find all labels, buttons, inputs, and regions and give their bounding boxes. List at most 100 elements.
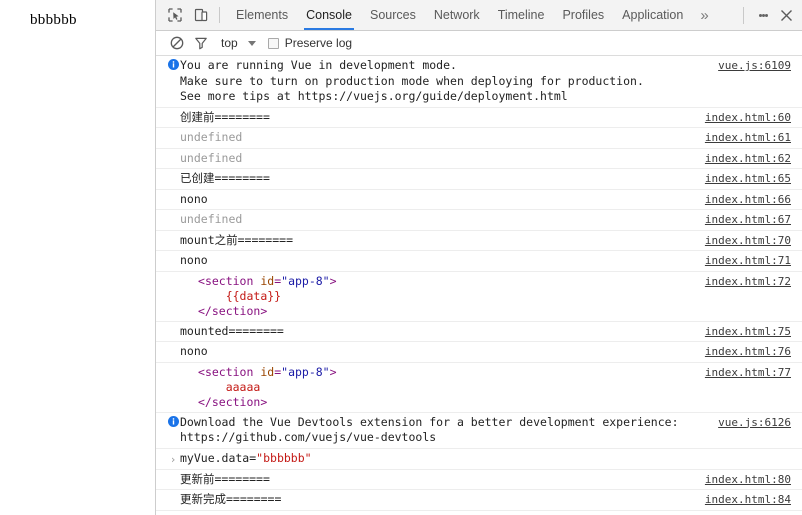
snippet-token: "app-8" xyxy=(281,364,330,379)
console-message[interactable]: mount之前======== index.html:70 xyxy=(156,231,802,251)
console-line: myVue.data="bbbbbb" xyxy=(180,451,787,467)
inspect-element-icon[interactable] xyxy=(162,3,188,27)
source-link[interactable]: index.html:60 xyxy=(705,111,791,124)
console-message-body: Download the Vue Devtools extension for … xyxy=(180,415,793,446)
console-message[interactable]: undefined index.html:67 xyxy=(156,210,802,231)
snippet-token: > xyxy=(260,303,268,318)
snippet-token: "app-8" xyxy=(281,273,330,288)
message-gutter xyxy=(166,274,180,275)
console-message-body: <section id="app-8"> aaaaa </section> xyxy=(180,365,793,410)
source-link[interactable]: index.html:61 xyxy=(705,131,791,144)
source-link[interactable]: index.html:62 xyxy=(705,152,791,165)
more-tabs-icon[interactable]: » xyxy=(692,0,716,30)
console-message[interactable]: nono index.html:76 xyxy=(156,342,802,363)
console-message[interactable]: You are running Vue in development mode.… xyxy=(156,56,802,108)
console-message[interactable]: Download the Vue Devtools extension for … xyxy=(156,413,802,449)
message-gutter xyxy=(166,344,180,345)
source-link[interactable]: index.html:71 xyxy=(705,254,791,267)
snippet-token: section xyxy=(211,394,261,409)
preserve-log-toggle[interactable]: Preserve log xyxy=(267,36,353,50)
devtools-panel: Elements Console Sources Network Timelin… xyxy=(155,0,802,515)
page-content-text: bbbbbb xyxy=(30,12,77,28)
console-line: mount之前======== xyxy=(180,232,294,247)
console-message[interactable]: › myVue.data="bbbbbb" xyxy=(156,449,802,470)
console-message[interactable]: <section id="app-8"> {{data}} </section> i… xyxy=(156,272,802,322)
source-link[interactable]: index.html:84 xyxy=(705,493,791,506)
tab-label: Console xyxy=(306,8,352,22)
console-message-body: 更新前======== xyxy=(180,472,793,488)
clear-console-icon[interactable] xyxy=(165,32,189,54)
console-line: Download the Vue Devtools extension for … xyxy=(180,414,679,429)
source-link[interactable]: index.html:80 xyxy=(705,473,791,486)
chevron-down-icon[interactable] xyxy=(247,40,256,46)
source-link[interactable]: vue.js:6126 xyxy=(718,416,791,429)
source-link[interactable]: index.html:70 xyxy=(705,234,791,247)
tab-profiles[interactable]: Profiles xyxy=(553,0,613,30)
snippet-token: id xyxy=(260,273,275,288)
message-gutter xyxy=(166,365,180,366)
console-message-body: You are running Vue in development mode.… xyxy=(180,58,793,105)
source-link[interactable]: vue.js:6109 xyxy=(718,59,791,72)
filter-icon[interactable] xyxy=(189,32,213,54)
snippet-token: section xyxy=(204,273,254,288)
preserve-log-checkbox[interactable] xyxy=(267,37,279,49)
tab-sources[interactable]: Sources xyxy=(361,0,425,30)
console-message[interactable]: 已创建======== index.html:65 xyxy=(156,169,802,190)
tab-label: Application xyxy=(622,8,684,22)
snippet-line: </section> xyxy=(198,304,787,319)
source-link[interactable]: index.html:75 xyxy=(705,325,791,338)
snippet-line: <section id="app-8"> xyxy=(198,365,787,380)
device-toolbar-icon[interactable] xyxy=(188,3,214,27)
snippet-token: id xyxy=(260,364,275,379)
console-message[interactable]: undefined index.html:61 xyxy=(156,128,802,149)
tab-label: Network xyxy=(433,8,480,22)
console-message[interactable]: 更新前======== index.html:80 xyxy=(156,470,802,490)
source-link[interactable]: index.html:65 xyxy=(705,172,791,185)
console-message-body: undefined xyxy=(180,130,793,146)
snippet-token: < xyxy=(198,364,205,379)
source-link[interactable]: index.html:66 xyxy=(705,193,791,206)
snippet-token: section xyxy=(211,303,261,318)
console-token: "bbbbbb" xyxy=(256,450,312,465)
message-gutter xyxy=(166,192,180,193)
snippet-token: > xyxy=(329,273,337,288)
snippet-token: > xyxy=(260,394,268,409)
execution-context-selector[interactable]: top xyxy=(221,36,238,50)
source-link[interactable]: index.html:72 xyxy=(705,275,791,288)
tab-network[interactable]: Network xyxy=(425,0,489,30)
tabbar-right-controls xyxy=(739,3,799,27)
console-message[interactable]: undefined index.html:62 xyxy=(156,149,802,169)
source-link[interactable]: index.html:67 xyxy=(705,213,791,226)
console-message-body: 创建前======== xyxy=(180,110,793,126)
console-message[interactable]: nono index.html:66 xyxy=(156,190,802,210)
console-message-body: nono xyxy=(180,344,793,360)
console-message[interactable]: nono index.html:71 xyxy=(156,251,802,272)
close-icon[interactable] xyxy=(773,3,799,27)
tab-elements[interactable]: Elements xyxy=(227,0,297,30)
source-link[interactable]: index.html:76 xyxy=(705,345,791,358)
console-message[interactable]: mounted======== index.html:75 xyxy=(156,322,802,342)
tab-timeline[interactable]: Timeline xyxy=(489,0,554,30)
console-line: nono xyxy=(180,344,208,358)
console-message[interactable]: <section id="app-8"> aaaaa </section> inde… xyxy=(156,363,802,413)
console-message[interactable]: 更新完成======== index.html:84 xyxy=(156,490,802,511)
console-line: 已创建======== xyxy=(180,171,270,185)
console-message-body: 已创建======== xyxy=(180,171,793,187)
snippet-token: aaaaa xyxy=(198,379,261,394)
console-message-body: <section id="app-8"> {{data}} </section> xyxy=(180,274,793,319)
console-message[interactable]: 创建前======== index.html:60 xyxy=(156,108,802,128)
message-gutter xyxy=(166,171,180,172)
source-link[interactable]: index.html:77 xyxy=(705,366,791,379)
snippet-token: </ xyxy=(198,394,212,409)
console-line: undefined xyxy=(180,130,243,144)
message-gutter xyxy=(166,253,180,254)
kebab-menu-icon[interactable] xyxy=(753,4,773,26)
console-message-list[interactable]: You are running Vue in development mode.… xyxy=(156,56,802,515)
console-line: mounted======== xyxy=(180,323,284,338)
devtools-screenshot: bbbbbb Elements Console Sources Network … xyxy=(0,0,802,515)
tab-console[interactable]: Console xyxy=(297,0,361,30)
console-message[interactable]: ‹"bbbbbb" xyxy=(156,511,802,515)
preserve-log-label: Preserve log xyxy=(284,36,353,50)
snippet-line: {{data}} xyxy=(198,289,787,304)
tab-application[interactable]: Application xyxy=(613,0,692,30)
